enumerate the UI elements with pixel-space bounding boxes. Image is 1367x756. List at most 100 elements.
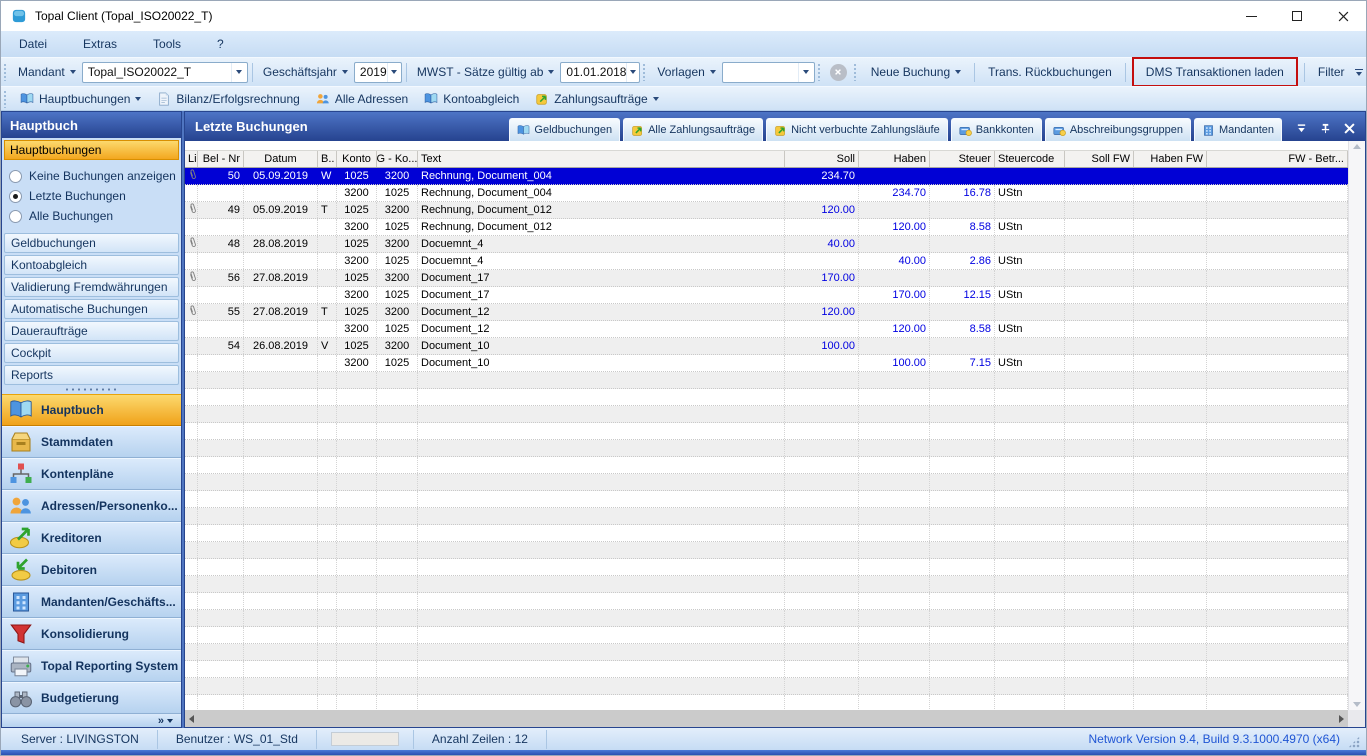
radio-letzte-buchungen[interactable]: Letzte Buchungen (9, 189, 177, 203)
tab-bankkonten[interactable]: Bankkonten (951, 118, 1042, 141)
toolbar-item-zahlungsauftr-ge[interactable]: Zahlungsaufträge (527, 92, 666, 106)
table-row[interactable]: 32001025Rechnung, Document_012120.008.58… (185, 219, 1348, 236)
sidebar-button-automatische-buchungen[interactable]: Automatische Buchungen (4, 299, 179, 319)
radio-circle[interactable] (9, 190, 22, 203)
table-row[interactable]: 32001025Document_17170.0012.15UStn (185, 287, 1348, 304)
radio-circle[interactable] (9, 170, 22, 183)
scroll-left-icon[interactable] (189, 715, 194, 723)
nav-item-mandanten-gesch-fts[interactable]: Mandanten/Geschäfts... (2, 586, 181, 618)
column-header-b[interactable]: B.. (318, 151, 337, 167)
scroll-up-icon[interactable] (1353, 144, 1361, 149)
toolbar-item-kontoabgleich[interactable]: Kontoabgleich (416, 92, 527, 106)
column-header-code[interactable]: Steuercode (995, 151, 1065, 167)
scroll-right-icon[interactable] (1339, 715, 1344, 723)
sidebar-button-reports[interactable]: Reports (4, 365, 179, 385)
column-header-soll[interactable]: Soll (785, 151, 859, 167)
chevron-down-icon[interactable] (387, 63, 401, 82)
table-cell-steuer: 16.78 (930, 185, 995, 201)
table-row[interactable]: 4828.08.201910253200Docuemnt_440.00 (185, 236, 1348, 253)
clear-filter-icon[interactable] (830, 64, 847, 81)
vertical-scrollbar[interactable] (1348, 141, 1365, 710)
scroll-down-icon[interactable] (1353, 702, 1361, 707)
sidebar-item-hauptbuchungen[interactable]: Hauptbuchungen (4, 140, 179, 160)
column-header-fwbetr[interactable]: FW - Betr... (1207, 151, 1348, 167)
radio-circle[interactable] (9, 210, 22, 223)
column-header-gko[interactable]: G - Ko... (377, 151, 418, 167)
nav-item-debitoren[interactable]: Debitoren (2, 554, 181, 586)
tab-nicht-verbuchte-zahlungsl-ufe[interactable]: Nicht verbuchte Zahlungsläufe (766, 118, 948, 141)
mwst-dropdown-button[interactable]: MWST - Sätze gültig ab (411, 65, 561, 79)
mandant-combo[interactable]: Topal_ISO20022_T (82, 62, 248, 83)
tab-alle-zahlungsauftr-ge[interactable]: Alle Zahlungsaufträge (623, 118, 763, 141)
sidebar-button-geldbuchungen[interactable]: Geldbuchungen (4, 233, 179, 253)
nav-item-hauptbuch[interactable]: Hauptbuch (2, 394, 181, 426)
vorlagen-combo[interactable] (722, 62, 815, 83)
column-header-li[interactable]: Li (185, 151, 198, 167)
mandant-dropdown-button[interactable]: Mandant (12, 65, 82, 79)
table-row[interactable]: 5426.08.2019V10253200Document_10100.00 (185, 338, 1348, 355)
nav-item-kontenpl-ne[interactable]: Kontenpläne (2, 458, 181, 490)
chevron-down-icon[interactable] (798, 63, 814, 82)
toolbar-item-alle-adressen[interactable]: Alle Adressen (308, 92, 416, 106)
table-row[interactable]: 5527.08.2019T10253200Document_12120.00 (185, 304, 1348, 321)
sidebar-button-dauerauftr-ge[interactable]: Daueraufträge (4, 321, 179, 341)
nav-item-konsolidierung[interactable]: Konsolidierung (2, 618, 181, 650)
column-header-text[interactable]: Text (418, 151, 785, 167)
neue-buchung-button[interactable]: Neue Buchung (862, 60, 970, 84)
dms-transaktionen-laden-button[interactable]: DMS Transaktionen laden (1137, 60, 1293, 84)
sidebar-button-validierung-fremdw-hrungen[interactable]: Validierung Fremdwährungen (4, 277, 179, 297)
column-header-sollfw[interactable]: Soll FW (1065, 151, 1134, 167)
nav-item-adressen-personenko[interactable]: Adressen/Personenko... (2, 490, 181, 522)
tab-abschreibungsgruppen[interactable]: Abschreibungsgruppen (1045, 118, 1191, 141)
table-row[interactable]: 4905.09.2019T10253200Rechnung, Document_… (185, 202, 1348, 219)
table-cell-habenfw (1134, 372, 1207, 388)
column-header-steuer[interactable]: Steuer (930, 151, 995, 167)
horizontal-scrollbar[interactable] (185, 710, 1348, 727)
column-header-bel[interactable]: Bel - Nr (198, 151, 244, 167)
pin-icon[interactable] (1320, 123, 1331, 134)
chevron-down-icon[interactable] (626, 63, 639, 82)
table-row[interactable]: 32001025Docuemnt_440.002.86UStn (185, 253, 1348, 270)
vorlagen-dropdown-button[interactable]: Vorlagen (651, 65, 721, 79)
toolbar-item-bilanz-erfolgsrechnung[interactable]: Bilanz/Erfolgsrechnung (149, 92, 307, 106)
table-row[interactable]: 32001025Rechnung, Document_004234.7016.7… (185, 185, 1348, 202)
sidebar-splitter[interactable] (2, 385, 181, 394)
geschaeftsjahr-dropdown-button[interactable]: Geschäftsjahr (257, 65, 354, 79)
close-panel-icon[interactable] (1344, 123, 1355, 134)
column-header-haben[interactable]: Haben (859, 151, 930, 167)
column-header-habenfw[interactable]: Haben FW (1134, 151, 1207, 167)
toolbar-overflow-icon[interactable] (1354, 69, 1364, 76)
table-row[interactable]: 32001025Document_10100.007.15UStn (185, 355, 1348, 372)
nav-item-stammdaten[interactable]: Stammdaten (2, 426, 181, 458)
tab-geldbuchungen[interactable]: Geldbuchungen (509, 118, 620, 141)
close-icon[interactable] (1320, 1, 1366, 31)
column-header-datum[interactable]: Datum (244, 151, 318, 167)
menu-item-help[interactable]: ? (213, 35, 228, 53)
radio-alle-buchungen[interactable]: Alle Buchungen (9, 209, 177, 223)
table-row[interactable]: 32001025Document_12120.008.58UStn (185, 321, 1348, 338)
sidebar-button-cockpit[interactable]: Cockpit (4, 343, 179, 363)
resize-grip[interactable] (1348, 736, 1360, 748)
table-row[interactable]: 5627.08.201910253200Document_17170.00 (185, 270, 1348, 287)
menu-item-extras[interactable]: Extras (79, 35, 121, 53)
toolbar-item-hauptbuchungen[interactable]: Hauptbuchungen (12, 92, 149, 106)
geschaeftsjahr-combo[interactable]: 2019 (354, 62, 402, 83)
nav-item-kreditoren[interactable]: Kreditoren (2, 522, 181, 554)
chevron-down-icon[interactable] (231, 63, 247, 82)
tab-options-icon[interactable] (1296, 123, 1307, 134)
filter-button[interactable]: Filter (1309, 60, 1354, 84)
nav-item-topal-reporting-system[interactable]: Topal Reporting System (2, 650, 181, 682)
radio-keine-buchungen-anzeigen[interactable]: Keine Buchungen anzeigen (9, 169, 177, 183)
tab-mandanten[interactable]: Mandanten (1194, 118, 1282, 141)
nav-item-budgetierung[interactable]: Budgetierung (2, 682, 181, 714)
menu-item-tools[interactable]: Tools (149, 35, 185, 53)
mwst-date-combo[interactable]: 01.01.2018 (560, 62, 640, 83)
maximize-icon[interactable] (1274, 1, 1320, 31)
sidebar-button-kontoabgleich[interactable]: Kontoabgleich (4, 255, 179, 275)
menu-item-datei[interactable]: Datei (15, 35, 51, 53)
table-row[interactable]: 5005.09.2019W10253200Rechnung, Document_… (185, 168, 1348, 185)
minimize-icon[interactable] (1228, 1, 1274, 31)
trans-rueckbuchungen-button[interactable]: Trans. Rückbuchungen (979, 60, 1121, 84)
column-header-konto[interactable]: Konto (337, 151, 377, 167)
nav-collapse-button[interactable]: » (2, 714, 181, 727)
